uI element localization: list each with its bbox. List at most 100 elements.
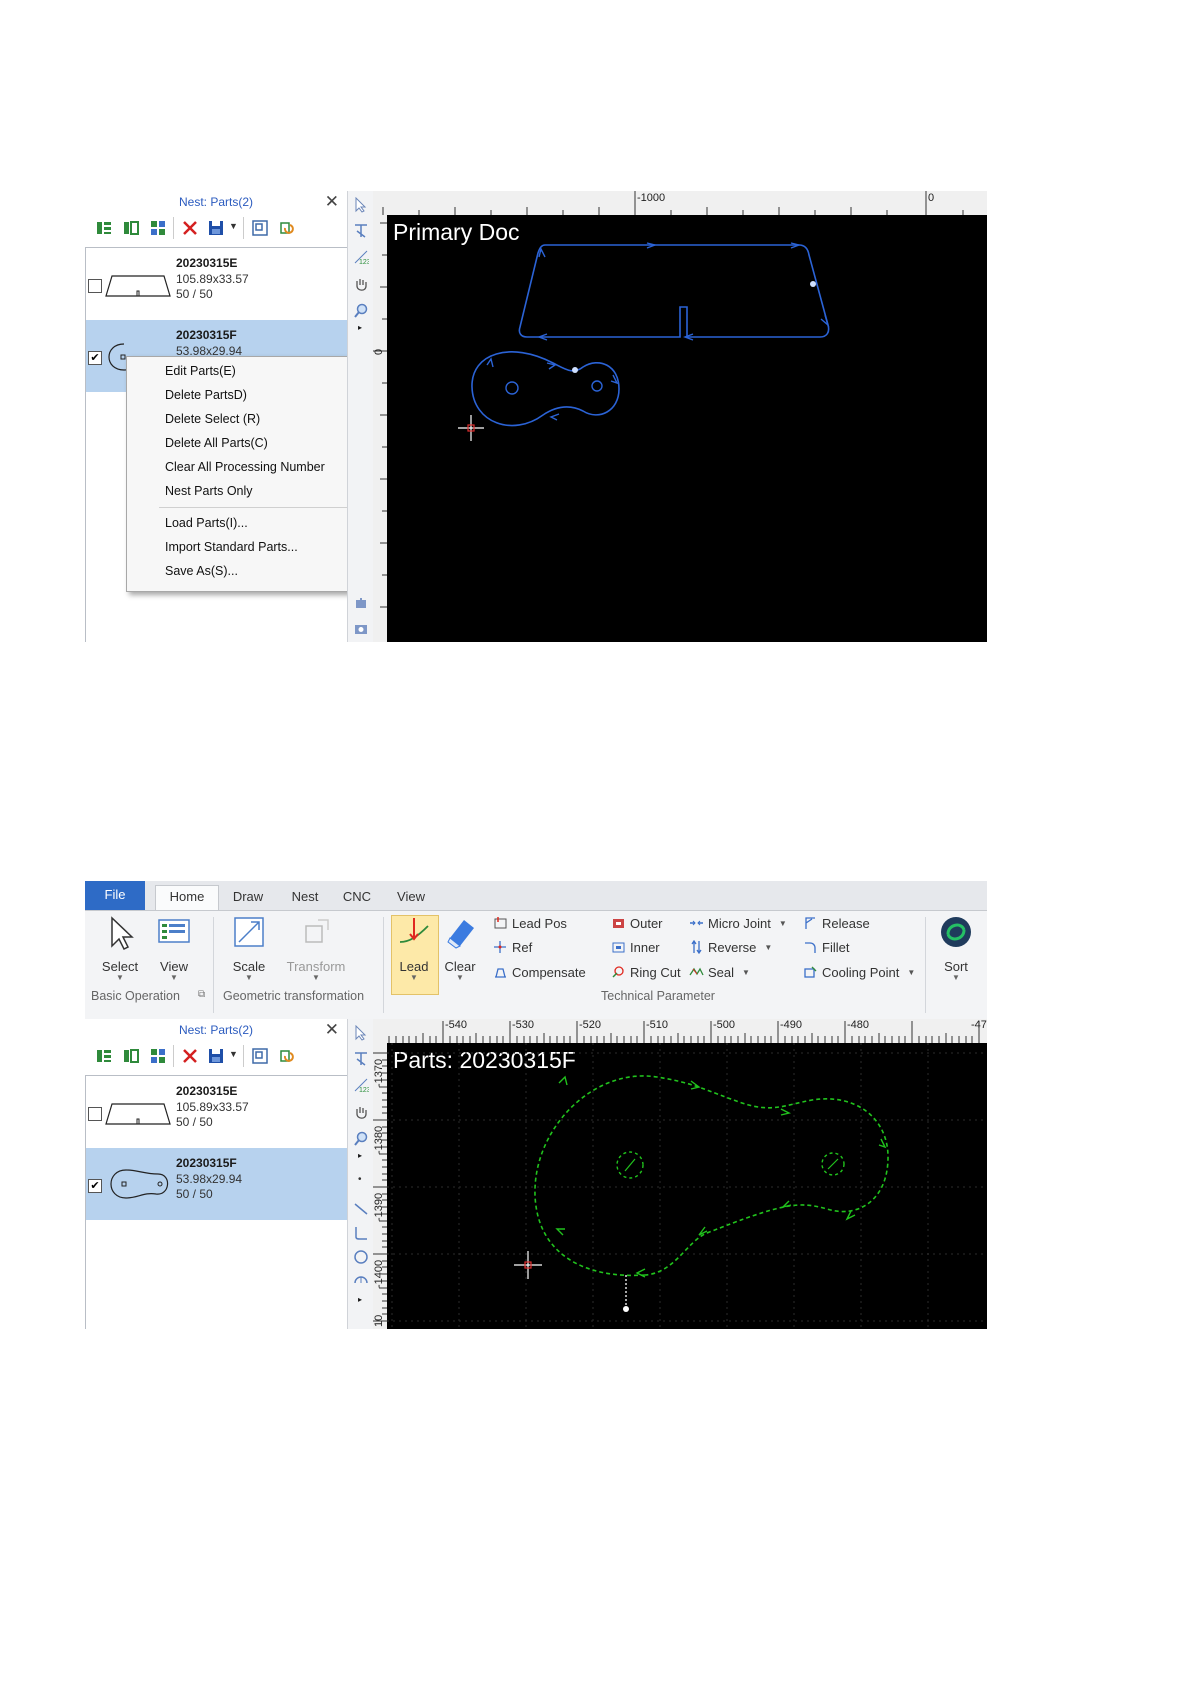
sort-button[interactable]: Sort ▼	[931, 914, 981, 982]
ring-cut-button[interactable]: Ring Cut	[611, 964, 681, 982]
delete-icon[interactable]	[181, 1047, 199, 1065]
order-icon[interactable]: 123	[353, 249, 369, 265]
part-checkbox[interactable]	[88, 1107, 102, 1121]
canvas-geometry	[387, 1043, 987, 1329]
ruler-label: -480	[847, 1019, 870, 1031]
cooling-point-button[interactable]: Cooling Point ▼	[803, 964, 915, 982]
part-canvas[interactable]: Parts: 20230315F	[387, 1043, 987, 1329]
part-checkbox[interactable]: ✔	[88, 1179, 102, 1193]
save-icon[interactable]	[207, 219, 225, 237]
grid-view-icon[interactable]	[149, 1047, 167, 1065]
group-separator	[383, 917, 384, 1013]
release-button[interactable]: Release	[803, 915, 870, 933]
refresh-icon[interactable]	[277, 1047, 295, 1065]
save-icon[interactable]	[207, 1047, 225, 1065]
refresh-icon[interactable]	[277, 219, 295, 237]
part-outline-cam[interactable]	[534, 1075, 889, 1277]
pointer-icon[interactable]	[353, 1025, 369, 1041]
list-view-icon[interactable]	[95, 1047, 113, 1065]
close-icon[interactable]: ✕	[325, 1020, 339, 1040]
group-label-technical: Technical Parameter	[601, 989, 715, 1003]
menu-item-clear-processing-number[interactable]: Clear All Processing Number	[165, 458, 325, 476]
delete-icon[interactable]	[181, 219, 199, 237]
chevron-down-icon: ▼	[952, 973, 960, 982]
camera-icon[interactable]	[353, 621, 369, 637]
more-tools-icon[interactable]: ▸	[358, 1151, 362, 1160]
circle-icon[interactable]	[353, 1249, 369, 1265]
list-item[interactable]: 20230315E 105.89x33.57 50 / 50	[86, 1076, 348, 1148]
list-item[interactable]: ✔ 20230315F 53.98x29.94 50 / 50	[86, 1148, 348, 1220]
grid-view-icon[interactable]	[149, 219, 167, 237]
layout-icon[interactable]	[251, 219, 269, 237]
pointer-icon[interactable]	[353, 197, 369, 213]
select-button[interactable]: Select ▼	[95, 914, 145, 982]
scale-button[interactable]: Scale ▼	[221, 914, 277, 982]
ref-button[interactable]: Ref	[493, 939, 532, 957]
layout-icon[interactable]	[251, 1047, 269, 1065]
seal-button[interactable]: Seal ▼	[689, 964, 750, 982]
list-view-icon[interactable]	[95, 219, 113, 237]
ref-icon	[494, 941, 506, 953]
inner-button[interactable]: Inner	[611, 939, 660, 957]
node-select-icon[interactable]	[353, 223, 369, 239]
lead-button[interactable]: Lead ▼	[391, 914, 437, 982]
order-icon[interactable]: 123	[353, 1077, 369, 1093]
close-icon[interactable]: ✕	[325, 192, 339, 212]
pan-hand-icon[interactable]	[353, 277, 369, 293]
lead-pos-button[interactable]: Lead Pos	[493, 915, 567, 933]
menu-item-edit-parts[interactable]: Edit Parts(E)	[165, 362, 236, 380]
tab-file[interactable]: File	[85, 881, 145, 910]
part-checkbox[interactable]	[88, 279, 102, 293]
outer-button[interactable]: Outer	[611, 915, 663, 933]
detail-view-icon[interactable]	[122, 1047, 140, 1065]
dialog-launcher-icon[interactable]: ⧉	[198, 989, 205, 1000]
pan-hand-icon[interactable]	[353, 1105, 369, 1121]
reverse-button[interactable]: Reverse ▼	[689, 939, 772, 957]
tab-draw[interactable]: Draw	[223, 886, 273, 908]
point-icon[interactable]: •	[358, 1174, 362, 1185]
clear-label: Clear	[444, 959, 476, 974]
drawing-canvas[interactable]: Primary Doc	[387, 215, 987, 642]
tab-home[interactable]: Home	[155, 885, 219, 910]
dropdown-icon[interactable]: ▼	[229, 221, 238, 231]
transform-button[interactable]: Transform ▼	[281, 914, 351, 982]
chevron-down-icon: ▼	[742, 968, 750, 977]
detail-view-icon[interactable]	[122, 219, 140, 237]
ruler-label: -530	[512, 1019, 535, 1031]
ruler-ticks	[373, 222, 387, 608]
menu-item-delete-select[interactable]: Delete Select (R)	[165, 410, 260, 428]
node-select-icon[interactable]	[353, 1051, 369, 1067]
menu-item-save-as[interactable]: Save As(S)...	[165, 562, 238, 580]
tab-nest[interactable]: Nest	[283, 886, 327, 908]
dropdown-icon[interactable]: ▼	[229, 1049, 238, 1059]
zoom-icon[interactable]	[353, 303, 369, 319]
tab-cnc[interactable]: CNC	[337, 886, 377, 908]
more-tools-icon[interactable]: ▸	[358, 1295, 362, 1304]
arc-icon[interactable]	[353, 1273, 369, 1289]
part-outline-cam[interactable]	[471, 351, 620, 427]
ruler-label: -1400	[373, 1259, 385, 1288]
polyline-icon[interactable]	[353, 1225, 369, 1241]
list-item[interactable]: 20230315E 105.89x33.57 50 / 50	[86, 248, 348, 320]
zoom-icon[interactable]	[353, 1131, 369, 1147]
line-icon[interactable]	[353, 1201, 369, 1217]
part-count: 50 / 50	[176, 287, 213, 301]
puzzle-icon[interactable]	[353, 595, 369, 611]
seal-icon	[689, 967, 704, 976]
view-button[interactable]: View ▼	[149, 914, 199, 982]
menu-item-load-parts[interactable]: Load Parts(I)...	[165, 514, 248, 532]
ruler-label: -520	[579, 1019, 602, 1031]
more-tools-icon[interactable]: ▸	[358, 323, 362, 332]
part-checkbox[interactable]: ✔	[88, 351, 102, 365]
compensate-button[interactable]: Compensate	[493, 964, 586, 982]
clear-button[interactable]: Clear ▼	[439, 914, 481, 982]
menu-item-nest-parts-only[interactable]: Nest Parts Only	[165, 482, 253, 500]
canvas-geometry	[458, 242, 830, 441]
part-outline-trapezoid[interactable]	[518, 244, 830, 338]
fillet-button[interactable]: Fillet	[803, 939, 849, 957]
menu-item-delete-all-parts[interactable]: Delete All Parts(C)	[165, 434, 268, 452]
menu-item-import-standard-parts[interactable]: Import Standard Parts...	[165, 538, 298, 556]
menu-item-delete-parts[interactable]: Delete PartsD)	[165, 386, 247, 404]
tab-view[interactable]: View	[389, 886, 433, 908]
micro-joint-button[interactable]: Micro Joint ▼	[689, 915, 787, 933]
